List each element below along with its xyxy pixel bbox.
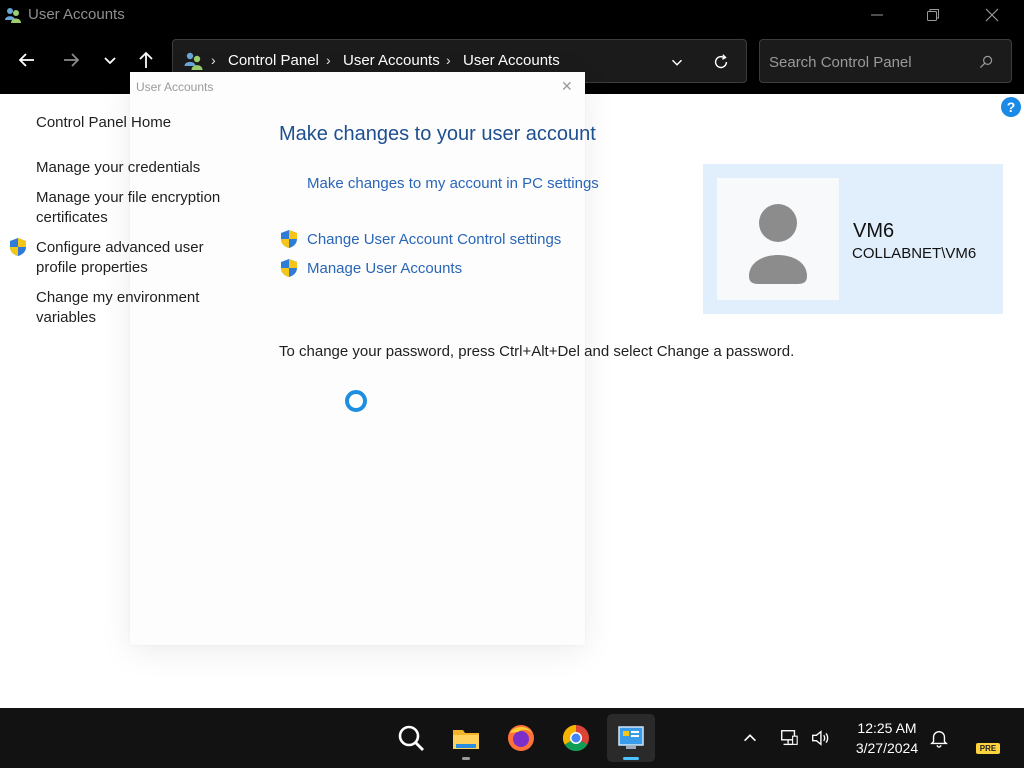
sidebar-item-environment-variables[interactable]: Change my environment variables — [36, 288, 236, 328]
loading-spinner — [345, 390, 367, 412]
breadcrumb-separator: › — [446, 52, 451, 68]
restore-icon — [927, 9, 939, 21]
search-icon — [398, 725, 424, 751]
minimize-icon — [871, 14, 883, 16]
forward-button[interactable] — [55, 44, 87, 76]
breadcrumb-separator: › — [211, 52, 216, 68]
arrow-right-icon — [64, 53, 80, 67]
title-bar: User Accounts — [0, 0, 1024, 30]
breadcrumb-separator: › — [326, 52, 331, 68]
chevron-down-icon — [671, 59, 683, 66]
back-button[interactable] — [11, 44, 43, 76]
volume-button[interactable] — [808, 726, 832, 750]
search-button[interactable] — [974, 50, 998, 74]
close-icon — [985, 8, 999, 22]
taskbar-search-button[interactable] — [387, 714, 435, 762]
sidebar-item-manage-credentials[interactable]: Manage your credentials — [36, 158, 236, 178]
chevron-down-icon — [104, 57, 116, 65]
taskbar: 12:25 AM 3/27/2024 PRE — [0, 708, 1024, 768]
active-indicator — [623, 757, 639, 760]
running-indicator — [462, 757, 470, 760]
refresh-icon — [714, 54, 728, 69]
show-hidden-icons-icon — [744, 734, 756, 742]
notification-bell-icon — [930, 731, 948, 748]
prerelease-badge: PRE — [976, 743, 1000, 754]
account-picture — [717, 178, 839, 300]
taskbar-chrome[interactable] — [552, 714, 600, 762]
user-accounts-icon — [5, 8, 21, 23]
search-input[interactable] — [769, 51, 969, 73]
firefox-icon — [508, 725, 534, 751]
ghost-dialog-title: User Accounts — [136, 80, 214, 94]
help-button[interactable]: ? — [1001, 97, 1021, 117]
account-card: VM6 COLLABNET\VM6 — [703, 164, 1003, 314]
network-icon — [781, 730, 798, 746]
user-accounts-icon — [184, 52, 203, 70]
sidebar-item-advanced-profile[interactable]: Configure advanced user profile properti… — [36, 238, 236, 278]
minimize-button[interactable] — [848, 0, 906, 30]
account-domain: COLLABNET\VM6 — [852, 245, 977, 262]
manage-user-accounts-link[interactable]: Manage User Accounts — [307, 260, 462, 277]
taskbar-file-explorer[interactable] — [442, 714, 490, 762]
pc-settings-link[interactable]: Make changes to my account in PC setting… — [307, 175, 599, 192]
breadcrumb-control-panel[interactable]: Control Panel — [228, 52, 319, 69]
search-box[interactable] — [759, 39, 1012, 83]
sidebar-item-file-encryption[interactable]: Manage your file encryption certificates — [36, 188, 236, 228]
window-title: User Accounts — [28, 6, 125, 23]
close-button[interactable] — [963, 0, 1021, 30]
account-name: VM6 — [853, 220, 895, 242]
refresh-button[interactable] — [709, 50, 733, 74]
search-icon — [979, 55, 993, 69]
control-panel-icon — [618, 726, 644, 749]
uac-shield-icon — [281, 230, 297, 248]
network-button[interactable] — [777, 726, 801, 750]
taskbar-control-panel[interactable] — [607, 714, 655, 762]
breadcrumb-user-accounts[interactable]: User Accounts — [343, 52, 440, 69]
clock-date: 3/27/2024 — [855, 740, 919, 756]
file-explorer-icon — [453, 730, 479, 749]
arrow-up-icon — [139, 51, 153, 68]
notifications-button[interactable] — [927, 726, 951, 750]
page-heading: Make changes to your user account — [279, 123, 596, 145]
sidebar-item-control-panel-home[interactable]: Control Panel Home — [36, 113, 236, 133]
breadcrumb-user-accounts-current[interactable]: User Accounts — [463, 52, 560, 69]
password-info-text: To change your password, press Ctrl+Alt+… — [279, 343, 795, 360]
recent-locations-button[interactable] — [94, 44, 126, 76]
clock-time: 12:25 AM — [857, 720, 917, 736]
system-clock[interactable]: 12:25 AM 3/27/2024 — [845, 718, 929, 758]
taskbar-firefox[interactable] — [497, 714, 545, 762]
arrow-left-icon — [18, 53, 34, 67]
show-hidden-icons-button[interactable] — [738, 726, 762, 750]
default-user-avatar-icon — [749, 204, 807, 284]
uac-shield-icon — [10, 238, 26, 256]
ghost-dialog-close: ✕ — [561, 78, 573, 94]
restore-button[interactable] — [904, 0, 962, 30]
chrome-icon — [562, 724, 589, 752]
uac-shield-icon — [281, 259, 297, 277]
volume-icon — [812, 730, 829, 746]
uac-settings-link[interactable]: Change User Account Control settings — [307, 231, 561, 248]
address-history-button[interactable] — [665, 50, 689, 74]
